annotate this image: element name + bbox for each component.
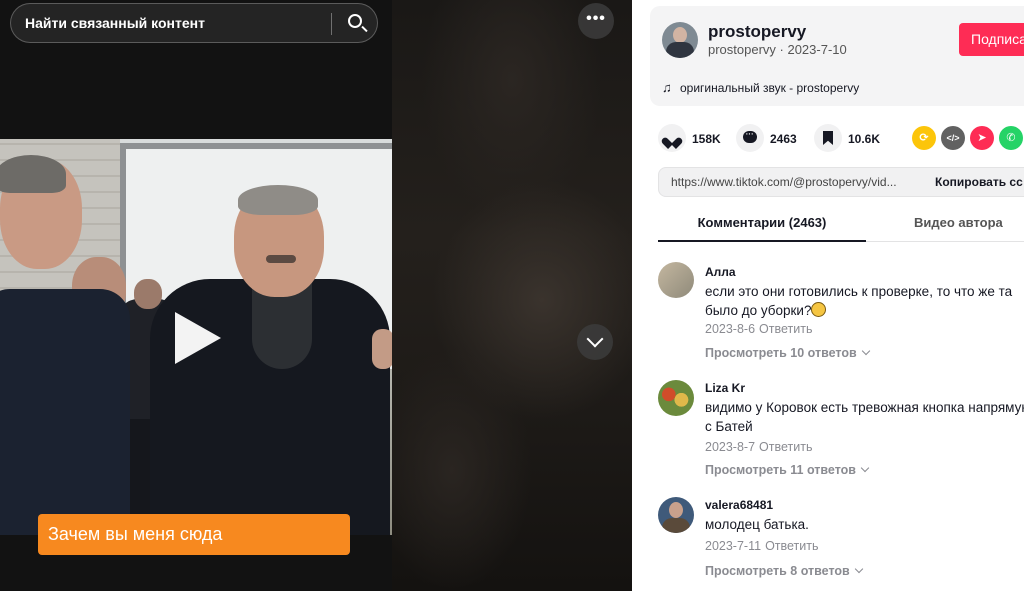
author-subline: prostopervy · 2023-7-10 [708,42,847,57]
heart-icon [666,133,678,144]
like-count: 158K [692,132,721,146]
chevron-down-icon [854,564,863,574]
comment-date: 2023-8-6 [705,322,756,336]
copy-link-button[interactable]: Копировать сс [935,168,1023,196]
music-note-icon: ♫ [662,80,672,95]
search-button[interactable] [341,8,373,40]
tab-author-videos[interactable]: Видео автора [914,208,1003,242]
search-divider [331,13,332,35]
comment-author[interactable]: Liza Kr [705,381,745,395]
view-replies-button[interactable]: Просмотреть 8 ответов [705,564,863,578]
comment-text: видимо у Коровок есть тревожная кнопка н… [705,400,1024,434]
comment-text: молодец батька. [705,517,809,532]
comment-text: если это они готовились к проверке, то ч… [705,284,1013,318]
comment-meta: 2023-8-7 Ответить [705,440,812,454]
comment-button[interactable] [736,124,764,152]
comment-count: 2463 [770,132,797,146]
share-link-box[interactable]: https://www.tiktok.com/@prostopervy/vid.… [658,167,1024,197]
share-link-url[interactable]: https://www.tiktok.com/@prostopervy/vid.… [671,168,897,196]
comment-date: 2023-8-7 [705,440,756,454]
search-text: Найти связанный контент [25,15,205,31]
reply-button[interactable]: Ответить [759,322,812,336]
comment-author[interactable]: Алла [705,265,736,279]
chevron-down-icon [586,330,604,348]
follow-button[interactable]: Подписа [959,23,1024,56]
reply-button[interactable]: Ответить [765,539,818,553]
whatsapp-icon[interactable]: ✆ [999,126,1023,150]
comment-icon [743,128,757,143]
next-video-button[interactable] [577,324,613,360]
tab-comments[interactable]: Комментарии (2463) [658,208,866,242]
comment-author[interactable]: valera68481 [705,498,773,512]
author-username[interactable]: prostopervy [708,22,806,42]
video-player-area: Зачем вы меня сюда Найти связанный конте… [0,0,632,591]
music-label: оригинальный звук - prostopervy [680,81,860,95]
comment-date: 2023-7-11 [705,539,762,553]
avatar[interactable] [658,497,694,533]
avatar[interactable] [662,22,698,58]
emoji-icon [811,302,827,317]
video-info-panel: prostopervy prostopervy · 2023-7-10 Подп… [632,0,1024,591]
repost-icon[interactable]: ⟳ [912,126,936,150]
avatar[interactable] [658,262,694,298]
bookmark-icon [823,131,833,145]
chevron-down-icon [860,463,870,473]
embed-icon[interactable]: </> [941,126,965,150]
comment-meta: 2023-7-11 Ответить [705,539,819,553]
related-search-bar[interactable]: Найти связанный контент [10,3,378,43]
more-options-button[interactable]: ••• [578,3,614,39]
video-subtitle: Зачем вы меня сюда [38,514,350,555]
chevron-down-icon [861,346,870,356]
reply-button[interactable]: Ответить [759,440,812,454]
avatar[interactable] [658,380,694,416]
blurred-background [392,0,632,591]
search-icon [348,14,362,28]
play-icon[interactable] [175,312,221,364]
music-link[interactable]: ♫ оригинальный звук - prostopervy [662,80,859,95]
comment-meta: 2023-8-6 Ответить [705,322,812,336]
view-replies-button[interactable]: Просмотреть 10 ответов [705,346,870,360]
send-icon[interactable]: ➤ [970,126,994,150]
author-card: prostopervy prostopervy · 2023-7-10 Подп… [650,6,1024,106]
panel-tabs: Комментарии (2463) Видео автора [658,208,1024,242]
save-count: 10.6K [848,132,881,146]
like-button[interactable] [658,124,686,152]
save-button[interactable] [814,124,842,152]
view-replies-button[interactable]: Просмотреть 11 ответов [705,463,870,477]
